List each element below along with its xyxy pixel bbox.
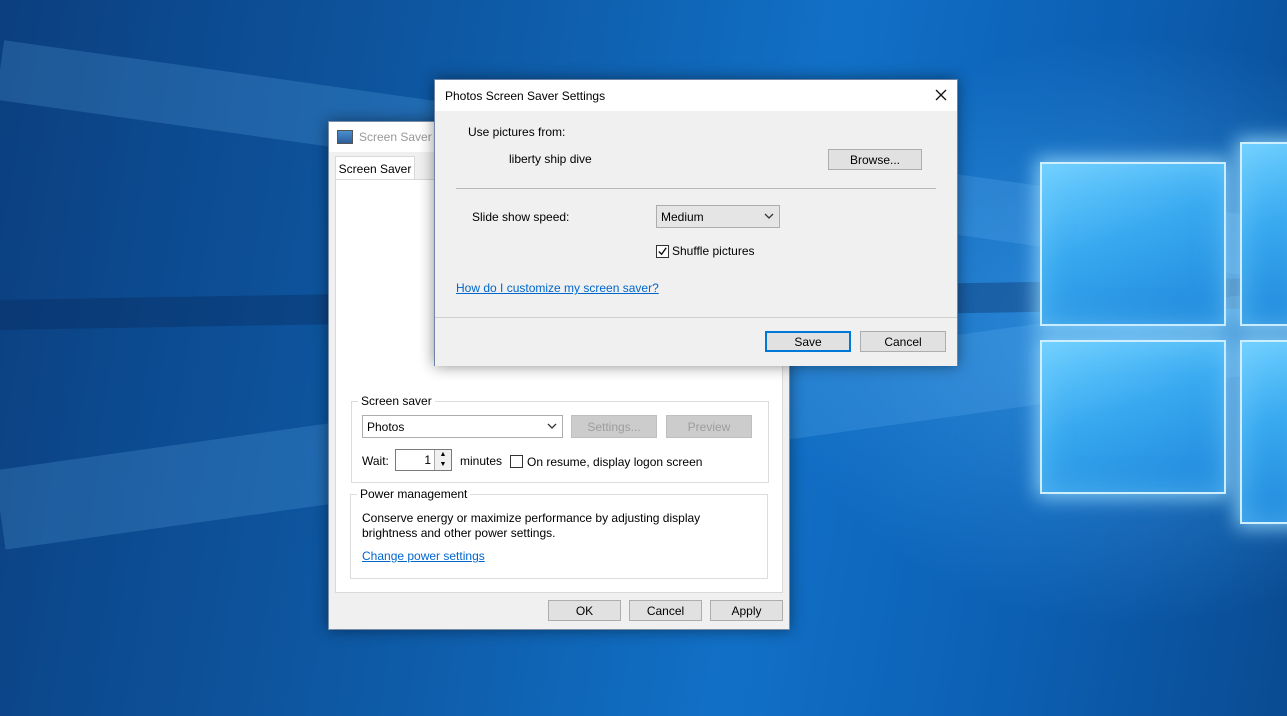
- windows-logo-pane: [1040, 340, 1226, 494]
- save-button-label: Save: [794, 334, 822, 349]
- customize-help-link[interactable]: How do I customize my screen saver?: [456, 281, 659, 295]
- spin-down-icon[interactable]: ▼: [434, 460, 451, 470]
- windows-logo-pane: [1040, 162, 1226, 326]
- chevron-down-icon: [547, 423, 557, 429]
- on-resume-label: On resume, display logon screen: [527, 455, 703, 469]
- screen-saver-group-title: Screen saver: [358, 394, 435, 408]
- power-management-group: Power management Conserve energy or maxi…: [350, 487, 768, 579]
- apply-button[interactable]: Apply: [710, 600, 783, 621]
- wait-value: 1: [424, 453, 431, 467]
- power-group-title: Power management: [357, 487, 471, 501]
- slide-show-speed-dropdown[interactable]: Medium: [656, 205, 780, 228]
- folder-name: liberty ship dive: [509, 152, 592, 166]
- screen-saver-app-icon: [337, 130, 353, 144]
- wait-spinner[interactable]: 1 ▲ ▼: [395, 449, 452, 471]
- preview-button[interactable]: Preview: [666, 415, 752, 438]
- browse-button-label: Browse...: [849, 152, 900, 167]
- windows-logo-pane: [1240, 340, 1287, 524]
- browse-button[interactable]: Browse...: [828, 149, 922, 170]
- cancel-button-label: Cancel: [646, 603, 685, 618]
- shuffle-pictures-checkbox[interactable]: [656, 245, 669, 258]
- separator: [456, 188, 936, 189]
- screen-saver-group: Screen saver Photos Settings... Preview …: [351, 394, 769, 483]
- close-icon[interactable]: [935, 89, 947, 101]
- cancel-button-label: Cancel: [884, 334, 922, 349]
- apply-button-label: Apply: [731, 603, 762, 618]
- dialog-title: Photos Screen Saver Settings: [445, 88, 606, 103]
- ok-button-label: OK: [575, 603, 594, 618]
- shuffle-pictures-label: Shuffle pictures: [672, 244, 755, 258]
- save-button[interactable]: Save: [765, 331, 851, 352]
- screen-saver-dropdown[interactable]: Photos: [362, 415, 563, 438]
- windows-logo-pane: [1240, 142, 1287, 326]
- title-bar[interactable]: Photos Screen Saver Settings: [435, 80, 957, 111]
- speed-selected: Medium: [661, 209, 704, 224]
- minutes-label: minutes: [460, 454, 503, 468]
- ok-button[interactable]: OK: [548, 600, 621, 621]
- wait-label: Wait:: [362, 454, 389, 468]
- on-resume-checkbox[interactable]: [510, 455, 523, 468]
- settings-button-label: Settings...: [587, 419, 641, 434]
- settings-button[interactable]: Settings...: [571, 415, 657, 438]
- chevron-down-icon: [764, 213, 774, 219]
- power-description: Conserve energy or maximize performance …: [362, 511, 701, 540]
- tab-label: Screen Saver: [338, 161, 412, 176]
- slide-show-speed-label: Slide show speed:: [472, 210, 570, 224]
- tab-screen-saver[interactable]: Screen Saver: [335, 156, 415, 180]
- cancel-button[interactable]: Cancel: [860, 331, 946, 352]
- checkmark-icon: [658, 247, 667, 256]
- change-power-settings-link[interactable]: Change power settings: [362, 549, 485, 563]
- photos-screen-saver-settings-dialog: Photos Screen Saver Settings Use picture…: [434, 79, 958, 366]
- preview-button-label: Preview: [687, 419, 731, 434]
- screen-saver-selected: Photos: [367, 419, 405, 434]
- cancel-button[interactable]: Cancel: [629, 600, 702, 621]
- use-pictures-label: Use pictures from:: [468, 125, 566, 139]
